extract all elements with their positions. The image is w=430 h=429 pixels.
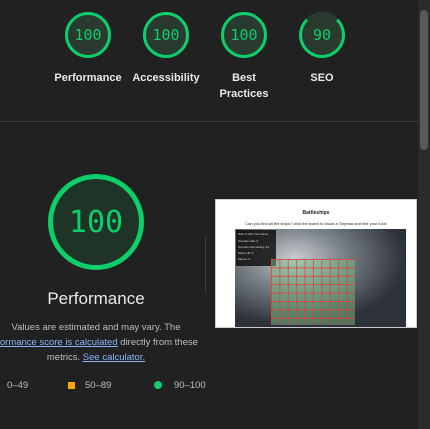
legend-average: 50–89 xyxy=(68,380,111,391)
accessibility-score: 100 xyxy=(143,12,189,58)
performance-score: 100 xyxy=(65,12,111,58)
seo-label: SEO xyxy=(310,72,334,84)
average-square-icon xyxy=(68,381,75,389)
preview-stat: Who Is Win The Game xyxy=(238,232,269,236)
seo-gauge[interactable]: 90 SEO xyxy=(272,12,372,86)
legend-pass-label: 90–100 xyxy=(174,380,206,391)
category-summary: 100 Performance 100 Accessibility 100 Be… xyxy=(0,0,418,122)
preview-stat: Moves: 0 xyxy=(238,257,251,261)
section-divider xyxy=(0,121,418,122)
scrollbar-thumb[interactable] xyxy=(420,10,428,150)
best-practices-score: 100 xyxy=(221,12,267,58)
see-calculator-link[interactable]: See calculator. xyxy=(83,352,145,363)
seo-score: 90 xyxy=(299,12,345,58)
performance-large-score: 100 xyxy=(48,174,144,270)
preview-game-grid xyxy=(271,259,355,325)
preview-stats-panel: Who Is Win The Game Torpedo Hits: 0 Torp… xyxy=(236,230,276,266)
preview-stat: Ships Hit: 0 xyxy=(238,251,254,255)
preview-title: Battleships xyxy=(302,210,330,216)
preview-stat: Torpedo Remaining: 44 xyxy=(238,245,270,249)
scrollbar[interactable] xyxy=(418,0,430,429)
performance-note: Values are estimated and may vary. The r… xyxy=(0,320,212,365)
legend-pass: 90–100 xyxy=(154,380,206,391)
final-screenshot-thumbnail[interactable]: Battleships Can you find all the ships? … xyxy=(215,199,417,328)
preview-subtitle: Can you find all the ships? click the bo… xyxy=(245,221,387,226)
pass-circle-icon xyxy=(154,381,162,390)
preview-stat: Torpedo Hits: 0 xyxy=(238,239,259,243)
vertical-divider xyxy=(205,237,206,294)
legend-fail: 0–49 xyxy=(7,380,28,391)
note-prefix: Values are estimated and may vary. The xyxy=(11,322,181,333)
score-calculated-link[interactable]: rformance score is calculated xyxy=(0,337,118,348)
best-practices-label: Best Practices xyxy=(219,72,269,100)
preview-image: Who Is Win The Game Torpedo Hits: 0 Torp… xyxy=(235,229,406,327)
performance-title: Performance xyxy=(47,289,145,308)
legend-fail-label: 0–49 xyxy=(7,380,29,391)
legend-average-label: 50–89 xyxy=(85,380,112,391)
